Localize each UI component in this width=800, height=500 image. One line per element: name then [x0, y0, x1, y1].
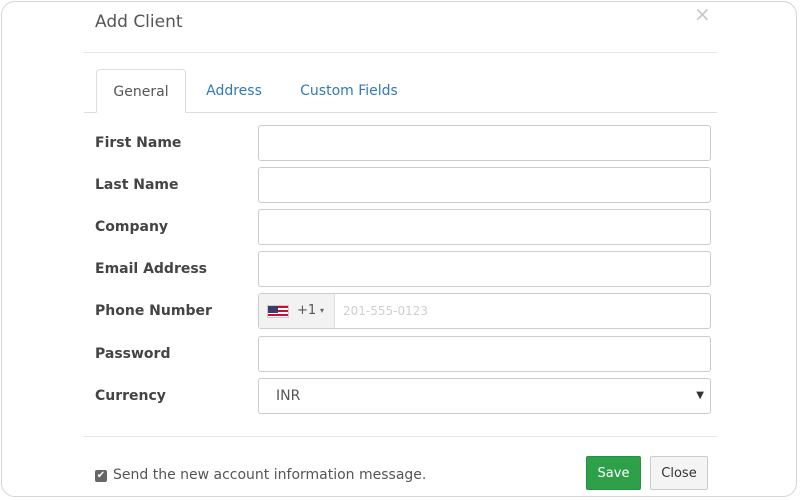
- company-row: Company: [95, 209, 711, 245]
- phone-row: Phone Number +1 ▾: [95, 293, 711, 329]
- header-divider: [84, 52, 717, 53]
- company-input[interactable]: [258, 209, 711, 245]
- currency-selected-value: INR: [276, 388, 301, 404]
- password-input[interactable]: [258, 336, 711, 372]
- tab-address[interactable]: Address: [196, 69, 272, 113]
- last-name-row: Last Name: [95, 167, 711, 203]
- save-button[interactable]: Save: [586, 456, 641, 490]
- close-button[interactable]: Close: [650, 456, 708, 490]
- phone-label: Phone Number: [95, 303, 212, 319]
- currency-row: Currency INR ▼: [95, 378, 711, 414]
- password-row: Password: [95, 336, 711, 372]
- tab-general[interactable]: General: [96, 69, 186, 113]
- dropdown-arrow-icon: ▼: [696, 390, 704, 401]
- password-label: Password: [95, 346, 171, 362]
- last-name-input[interactable]: [258, 167, 711, 203]
- phone-input[interactable]: [335, 294, 709, 328]
- last-name-label: Last Name: [95, 177, 179, 193]
- company-label: Company: [95, 219, 169, 235]
- close-icon[interactable]: ×: [694, 4, 711, 24]
- send-info-label: Send the new account information message…: [113, 467, 427, 483]
- footer-divider: [84, 436, 717, 437]
- dial-code: +1: [297, 303, 317, 318]
- country-code-dropdown[interactable]: +1 ▾: [259, 294, 335, 328]
- dialog-title: Add Client: [95, 12, 183, 32]
- first-name-label: First Name: [95, 135, 182, 151]
- currency-select[interactable]: INR ▼: [258, 378, 711, 414]
- phone-field: +1 ▾: [258, 293, 711, 329]
- send-info-checkbox[interactable]: ✔: [95, 470, 107, 482]
- tab-bar: General Address Custom Fields: [84, 69, 717, 113]
- us-flag-icon: [267, 305, 289, 318]
- currency-label: Currency: [95, 388, 166, 404]
- first-name-input[interactable]: [258, 125, 711, 161]
- chevron-down-icon: ▾: [320, 306, 325, 315]
- tab-custom-fields[interactable]: Custom Fields: [290, 69, 408, 113]
- email-label: Email Address: [95, 261, 208, 277]
- email-input[interactable]: [258, 251, 711, 287]
- first-name-row: First Name: [95, 125, 711, 161]
- email-row: Email Address: [95, 251, 711, 287]
